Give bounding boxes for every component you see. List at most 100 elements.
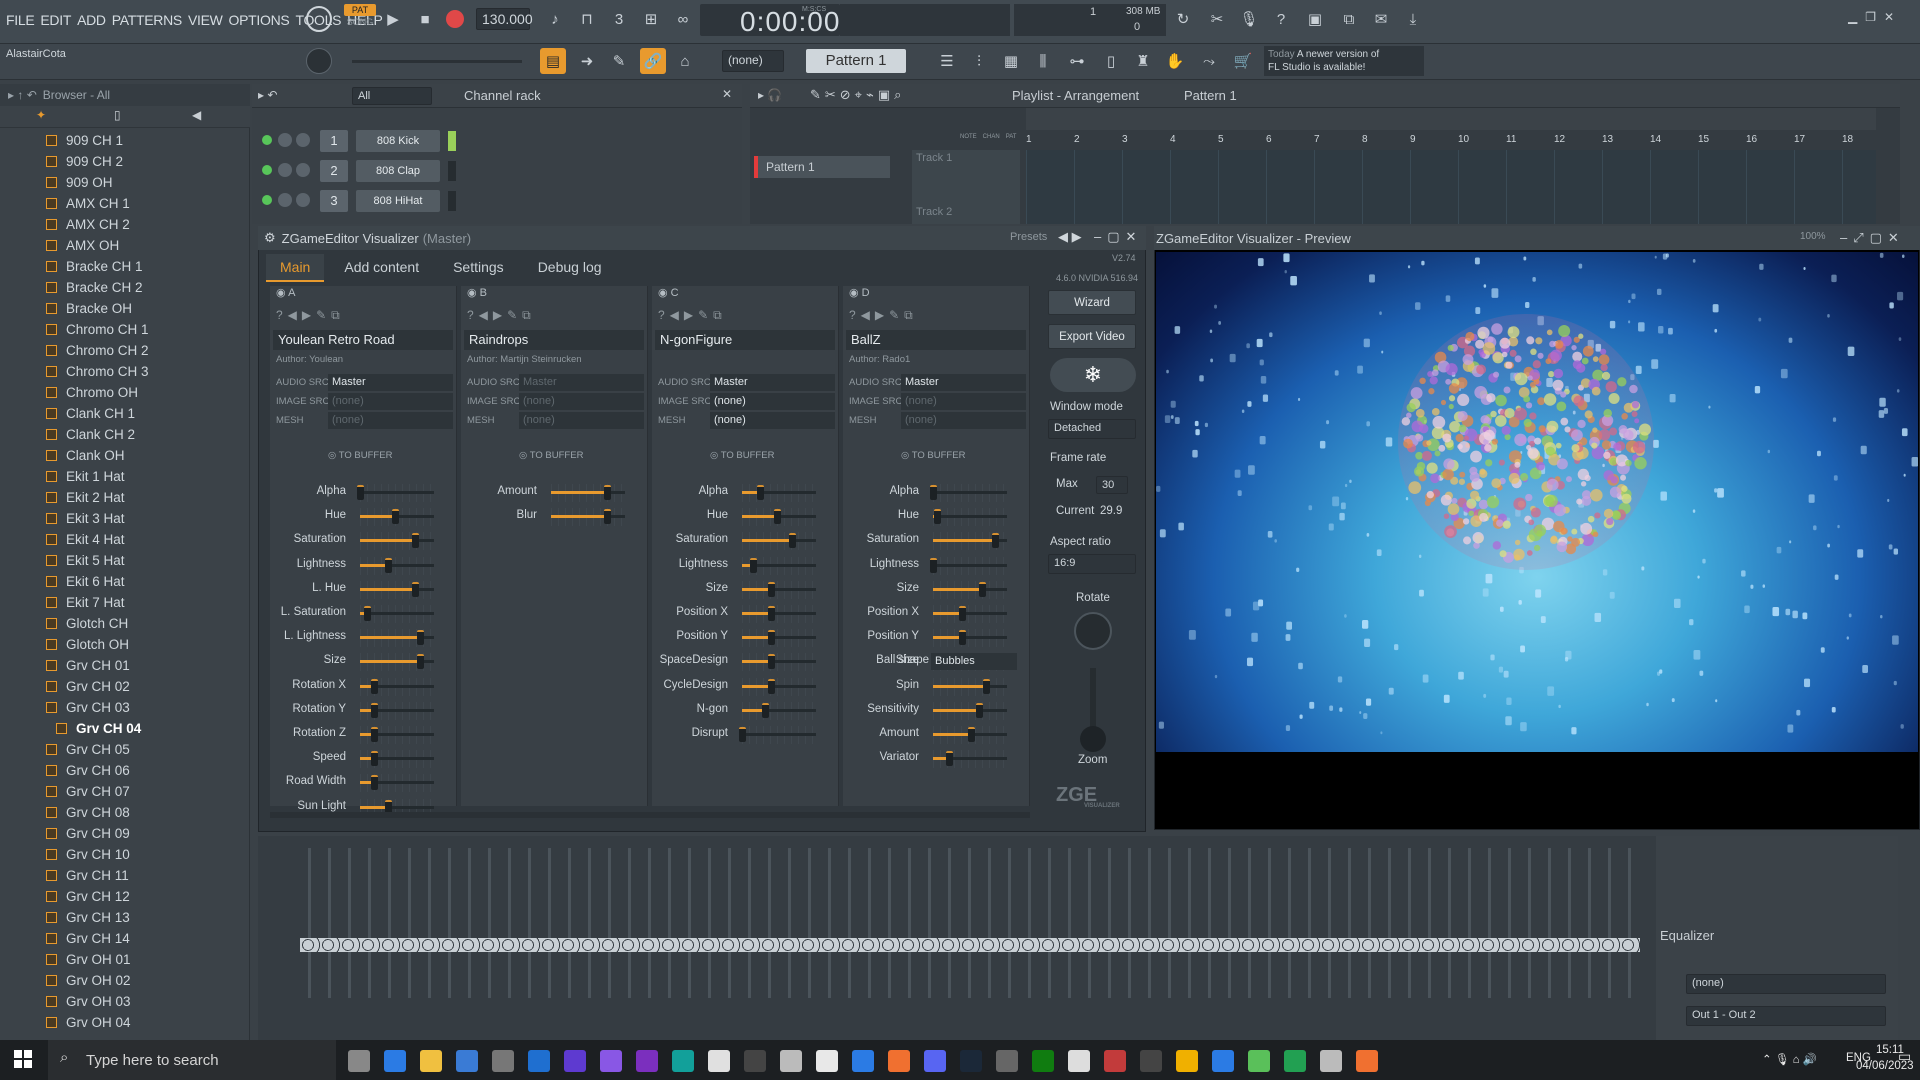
- tempo-field[interactable]: 130.000: [476, 8, 533, 30]
- pattern-name[interactable]: Pattern 1: [806, 49, 906, 73]
- param-handle[interactable]: [385, 557, 392, 573]
- param-slider[interactable]: Saturation: [652, 530, 832, 552]
- browser-item[interactable]: Clank CH 1: [0, 403, 240, 424]
- piano-roll-icon[interactable]: ▤: [540, 48, 566, 74]
- mesh-select[interactable]: (none): [519, 412, 644, 429]
- param-handle[interactable]: [789, 533, 796, 549]
- taskbar-app-icon[interactable]: [1176, 1050, 1198, 1072]
- browser-item[interactable]: AMX CH 1: [0, 193, 240, 214]
- browser-file-icon[interactable]: ▯: [114, 108, 121, 122]
- pat-song-toggle[interactable]: PAT SONG: [344, 4, 376, 34]
- to-buffer-toggle[interactable]: ◎ TO BUFFER: [901, 450, 965, 461]
- param-slider[interactable]: Lightness: [652, 555, 832, 577]
- browser-item[interactable]: Grv OH 02: [0, 970, 240, 991]
- param-handle[interactable]: [371, 702, 378, 718]
- image-src-select[interactable]: (none): [710, 393, 835, 410]
- close-icon[interactable]: ✕: [1884, 10, 1894, 28]
- playlist-tool-icon[interactable]: [306, 6, 332, 32]
- browser-item[interactable]: Grv CH 07: [0, 781, 240, 802]
- param-slider[interactable]: Hue: [843, 506, 1023, 528]
- browser-item[interactable]: Bracke CH 2: [0, 277, 240, 298]
- param-slider[interactable]: CycleDesign: [652, 676, 832, 698]
- chan-label[interactable]: CHAN: [983, 134, 1000, 140]
- image-src-select[interactable]: (none): [519, 393, 644, 410]
- taskbar-app-icon[interactable]: [888, 1050, 910, 1072]
- to-buffer-toggle[interactable]: ◎ TO BUFFER: [519, 450, 583, 461]
- taskbar-app-icon[interactable]: [384, 1050, 406, 1072]
- browser-item[interactable]: Chromo OH: [0, 382, 240, 403]
- browser-item[interactable]: Grv CH 05: [0, 739, 240, 760]
- browser-nav-icon[interactable]: ▸ ↑ ↶: [8, 88, 37, 102]
- image-src-select[interactable]: (none): [901, 393, 1026, 410]
- taskbar-app-icon[interactable]: [1104, 1050, 1126, 1072]
- channel-row[interactable]: 2 808 Clap: [258, 160, 458, 186]
- help-icon[interactable]: ?: [1268, 6, 1294, 32]
- tab-debug-log[interactable]: Debug log: [524, 254, 616, 282]
- browser-item[interactable]: AMX CH 2: [0, 214, 240, 235]
- browser-item[interactable]: AMX OH: [0, 235, 240, 256]
- playlist-tools-icon[interactable]: ✎✂⊘⌖⌁▣⌕: [810, 87, 905, 103]
- param-handle[interactable]: [934, 509, 941, 525]
- channel-filter[interactable]: All: [352, 87, 432, 105]
- pan-knob[interactable]: [278, 193, 292, 207]
- taskbar-app-icon[interactable]: [1284, 1050, 1306, 1072]
- param-slider[interactable]: Hue: [652, 506, 832, 528]
- audio-src-select[interactable]: Master: [901, 374, 1026, 391]
- export-video-button[interactable]: Export Video: [1048, 324, 1136, 349]
- master-volume-knob[interactable]: [306, 48, 332, 74]
- playlist-grid[interactable]: [1026, 150, 1876, 224]
- mute-led-icon[interactable]: [262, 165, 272, 175]
- param-slider[interactable]: Saturation: [270, 530, 450, 552]
- pat-view-label[interactable]: PAT: [1006, 134, 1017, 140]
- mixer-output-select[interactable]: Out 1 - Out 2: [1686, 1006, 1886, 1026]
- taskbar-app-icon[interactable]: [1032, 1050, 1054, 1072]
- piano-icon[interactable]: ⫼: [1030, 48, 1056, 74]
- param-handle[interactable]: [417, 654, 424, 670]
- browser-item[interactable]: Grv CH 06: [0, 760, 240, 781]
- param-handle[interactable]: [930, 485, 937, 500]
- param-handle[interactable]: [959, 630, 966, 646]
- browser-item[interactable]: Clank CH 2: [0, 424, 240, 445]
- taskbar-app-icon[interactable]: [924, 1050, 946, 1072]
- param-handle[interactable]: [976, 702, 983, 718]
- channel-rack-close-icon[interactable]: ✕: [722, 87, 732, 101]
- radio-icon[interactable]: ◉: [276, 287, 286, 299]
- param-slider[interactable]: SpaceDesign: [652, 651, 832, 673]
- channel-rack-icon[interactable]: ⫶: [966, 48, 992, 74]
- taskbar-app-icon[interactable]: [1140, 1050, 1162, 1072]
- param-slider[interactable]: Position Y: [652, 627, 832, 649]
- param-slider[interactable]: Size: [270, 651, 450, 673]
- channel-number[interactable]: 3: [320, 190, 348, 212]
- taskbar-app-icon[interactable]: [1356, 1050, 1378, 1072]
- param-handle[interactable]: [762, 702, 769, 718]
- param-slider[interactable]: Speed: [270, 748, 450, 770]
- param-handle[interactable]: [604, 485, 611, 500]
- volume-knob[interactable]: [296, 133, 310, 147]
- mesh-select[interactable]: (none): [901, 412, 1026, 429]
- visualizer-canvas[interactable]: [1156, 252, 1918, 752]
- minimize-icon[interactable]: ▁: [1848, 10, 1857, 28]
- browser-item[interactable]: Glotch OH: [0, 634, 240, 655]
- effect-select[interactable]: N-gonFigure: [655, 330, 835, 350]
- browser-item[interactable]: Grv OH 04: [0, 1012, 240, 1033]
- preview-controls-icon[interactable]: –⤢▢✕: [1840, 230, 1905, 246]
- pan-knob[interactable]: [278, 133, 292, 147]
- param-handle[interactable]: [768, 606, 775, 621]
- param-slider[interactable]: Size: [652, 579, 832, 601]
- param-handle[interactable]: [371, 751, 378, 767]
- browser-item[interactable]: Grv OH 01: [0, 949, 240, 970]
- param-handle[interactable]: [774, 509, 781, 525]
- window-mode-select[interactable]: Detached: [1048, 419, 1136, 439]
- max-fps-field[interactable]: 30: [1096, 476, 1128, 494]
- taskbar-app-icon[interactable]: [456, 1050, 478, 1072]
- save-icon[interactable]: ▣: [1302, 6, 1328, 32]
- pattern-selector[interactable]: (none): [722, 50, 784, 72]
- tab-add-content[interactable]: Add content: [330, 254, 433, 282]
- brush-icon[interactable]: ✎: [606, 48, 632, 74]
- channel-name-button[interactable]: 808 Clap: [356, 160, 440, 182]
- share-icon[interactable]: ⤳: [1196, 48, 1222, 74]
- param-handle[interactable]: [739, 727, 746, 742]
- taskbar-search[interactable]: ⌕ Type here to search: [48, 1040, 336, 1080]
- shop-icon[interactable]: 🛒: [1230, 48, 1256, 74]
- master-pitch-slider[interactable]: [352, 60, 522, 63]
